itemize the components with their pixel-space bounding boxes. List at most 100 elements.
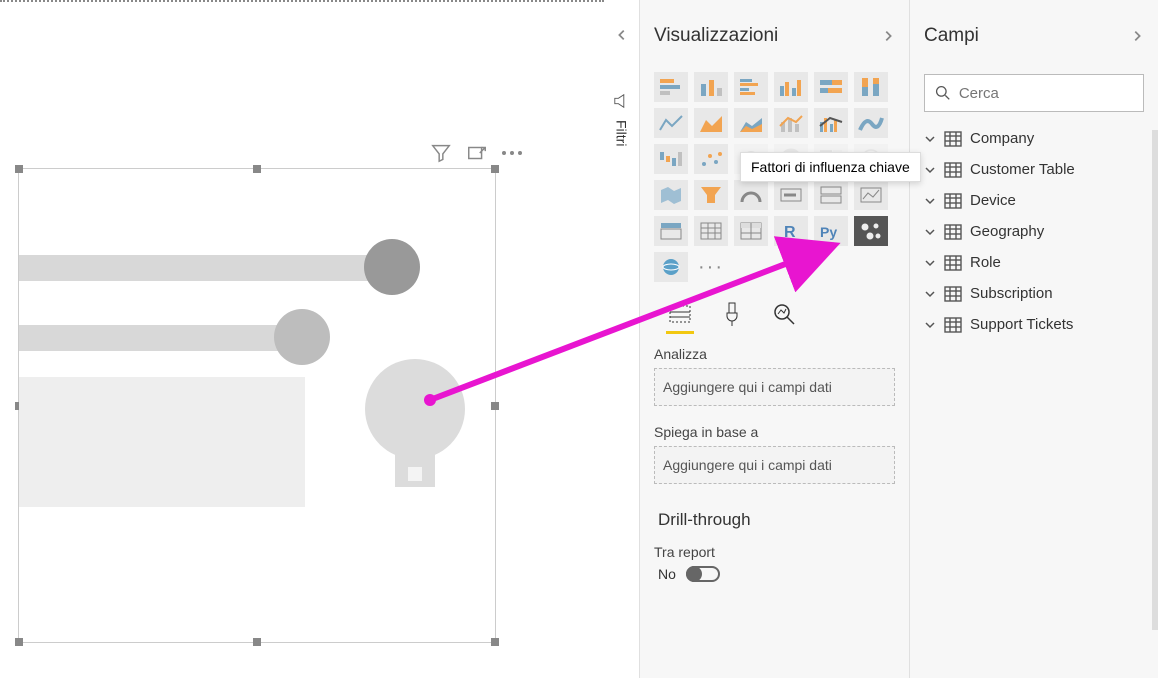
fields-search[interactable] [924,74,1144,112]
resize-handle[interactable] [491,638,499,646]
table-icon [944,162,962,178]
format-tab-icon[interactable] [718,300,746,328]
viz-line-clustered-column-icon[interactable] [814,108,848,138]
viz-scatter-icon[interactable] [694,144,728,174]
visualizations-title: Visualizzazioni [654,25,778,47]
viz-multirow-card-icon[interactable] [814,180,848,210]
viz-ribbon-chart-icon[interactable] [854,108,888,138]
viz-arcgis-icon[interactable] [654,252,688,282]
lightbulb-icon [365,359,465,499]
report-canvas[interactable] [0,0,604,678]
viz-funnel-icon[interactable] [694,180,728,210]
analyze-label: Analizza [654,346,895,362]
field-table-name: Support Tickets [970,316,1073,333]
resize-handle[interactable] [253,165,261,173]
analytics-tab-icon[interactable] [770,300,798,328]
viz-key-influencers-icon[interactable] [854,216,888,246]
tooltip: Fattori di influenza chiave [740,152,921,182]
fields-tab-icon[interactable] [666,300,694,328]
chevron-down-icon [924,288,936,300]
app-root: Filtri Visualizzazioni [0,0,1158,678]
scrollbar[interactable] [1152,130,1158,630]
visualizations-pane: Visualizzazioni [640,0,910,678]
table-icon [944,193,962,209]
field-table-item[interactable]: Role [924,254,1144,271]
svg-text:R: R [784,224,796,241]
resize-handle[interactable] [253,638,261,646]
fields-pane: Campi Company Customer Table Device Geograp… [910,0,1158,678]
more-options-icon[interactable] [502,151,522,155]
field-table-name: Device [970,192,1016,209]
field-table-name: Role [970,254,1001,271]
viz-filled-map-icon[interactable] [654,180,688,210]
field-table-name: Geography [970,223,1044,240]
field-table-item[interactable]: Subscription [924,285,1144,302]
chevron-down-icon [924,195,936,207]
viz-clustered-column-icon[interactable] [774,72,808,102]
field-table-name: Subscription [970,285,1053,302]
table-icon [944,131,962,147]
resize-handle[interactable] [491,165,499,173]
viz-slicer-icon[interactable] [654,216,688,246]
field-table-item[interactable]: Support Tickets [924,316,1144,333]
filter-icon[interactable] [430,142,452,164]
search-icon [935,84,951,102]
viz-100-stacked-column-icon[interactable] [854,72,888,102]
resize-handle[interactable] [15,638,23,646]
chevron-down-icon [924,164,936,176]
field-table-name: Customer Table [970,161,1075,178]
viz-stacked-column-icon[interactable] [694,72,728,102]
viz-python-icon[interactable]: Py [814,216,848,246]
visual-header [430,142,522,164]
fields-table-list: Company Customer Table Device Geography Role… [924,130,1144,333]
viz-kpi-icon[interactable] [854,180,888,210]
viz-stacked-bar-icon[interactable] [654,72,688,102]
table-icon [944,286,962,302]
viz-100-stacked-bar-icon[interactable] [814,72,848,102]
filters-pane: Filtri [604,0,640,678]
table-icon [944,224,962,240]
viz-table-icon[interactable] [694,216,728,246]
field-table-item[interactable]: Company [924,130,1144,147]
field-table-item[interactable]: Device [924,192,1144,209]
viz-line-chart-icon[interactable] [654,108,688,138]
chevron-down-icon [924,257,936,269]
drill-through-header: Drill-through [654,510,895,530]
expand-fields-icon[interactable] [1130,29,1144,43]
chevron-down-icon [924,226,936,238]
cross-report-toggle[interactable] [686,566,720,582]
visual-placeholder [19,239,495,519]
table-icon [944,317,962,333]
speaker-icon [613,92,631,110]
cross-report-value: No [658,566,676,582]
key-influencers-visual[interactable] [18,168,496,643]
svg-text:Py: Py [820,224,837,240]
field-table-name: Company [970,130,1034,147]
viz-stacked-area-icon[interactable] [734,108,768,138]
resize-handle[interactable] [15,165,23,173]
viz-line-stacked-column-icon[interactable] [774,108,808,138]
expand-visualizations-icon[interactable] [881,29,895,43]
chevron-down-icon [924,319,936,331]
viz-matrix-icon[interactable] [734,216,768,246]
viz-gauge-icon[interactable] [734,180,768,210]
format-tabs [654,300,895,328]
viz-clustered-bar-icon[interactable] [734,72,768,102]
collapse-filters-icon[interactable] [615,28,629,42]
field-table-item[interactable]: Customer Table [924,161,1144,178]
viz-card-icon[interactable] [774,180,808,210]
fields-title: Campi [924,25,979,47]
viz-area-chart-icon[interactable] [694,108,728,138]
fields-search-input[interactable] [959,85,1133,102]
explain-by-field-well[interactable]: Aggiungere qui i campi dati [654,446,895,484]
cross-report-label: Tra report [654,544,895,560]
viz-r-script-icon[interactable]: R [774,216,808,246]
chevron-down-icon [924,133,936,145]
field-table-item[interactable]: Geography [924,223,1144,240]
get-more-visuals-icon[interactable]: ··· [694,252,728,282]
table-icon [944,255,962,271]
focus-mode-icon[interactable] [466,142,488,164]
filters-label[interactable]: Filtri [614,120,630,146]
viz-waterfall-icon[interactable] [654,144,688,174]
analyze-field-well[interactable]: Aggiungere qui i campi dati [654,368,895,406]
